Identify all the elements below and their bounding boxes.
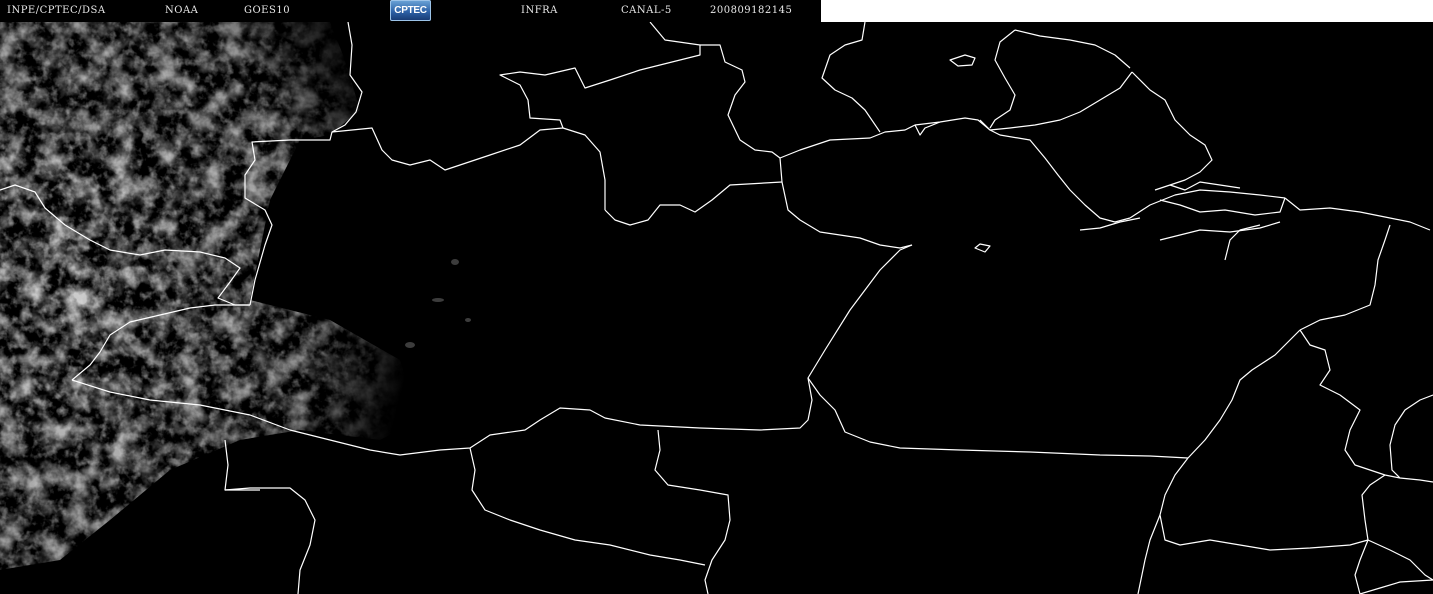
source-label: INPE/CPTEC/DSA (7, 5, 106, 16)
agency-label: NOAA (165, 5, 199, 16)
map-canvas (0, 21, 1433, 594)
cloud-field (0, 22, 420, 570)
blank-header-strip (821, 0, 1433, 22)
cloud-scatter (405, 259, 471, 348)
cptec-logo: CPTEC (390, 0, 431, 21)
channel-type-label: INFRA (521, 5, 558, 16)
satellite-label: GOES10 (244, 5, 291, 16)
channel-label: CANAL-5 (621, 5, 672, 16)
header-bar: INPE/CPTEC/DSA NOAA GOES10 CPTEC INFRA C… (0, 0, 821, 22)
timestamp-label: 200809182145 (710, 5, 793, 16)
satellite-image (0, 0, 1433, 594)
